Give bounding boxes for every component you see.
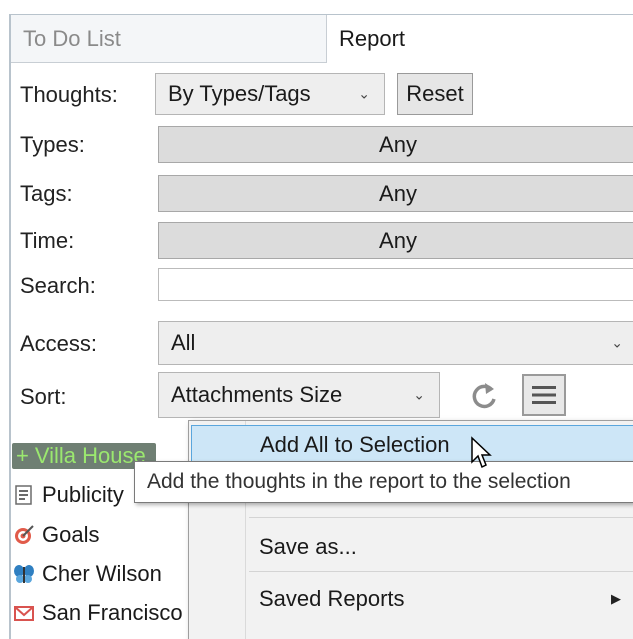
list-item[interactable]: Cher Wilson [12, 557, 162, 591]
menu-item-label: Save as... [259, 534, 357, 559]
sort-value: Attachments Size [171, 382, 343, 407]
list-item-label: Villa House [34, 443, 146, 468]
tags-value: Any [379, 180, 417, 206]
menu-item-add-all-to-selection[interactable]: Add All to Selection [191, 425, 633, 465]
access-dropdown[interactable]: All ⌄ [158, 321, 633, 365]
menu-separator [249, 517, 633, 518]
list-item-label: San Francisco [42, 600, 183, 625]
chevron-down-icon: ⌄ [358, 85, 370, 102]
plus-icon: + [16, 443, 29, 468]
chevron-down-icon: ⌄ [611, 334, 623, 351]
mouse-cursor-icon [471, 436, 492, 469]
butterfly-icon [12, 562, 36, 586]
types-label: Types: [20, 132, 85, 157]
report-panel: To Do List Report Thoughts: By Types/Tag… [0, 0, 633, 639]
menu-icon [532, 386, 556, 404]
reset-button[interactable]: Reset [397, 73, 473, 115]
refresh-button[interactable] [464, 374, 504, 416]
tab-label: To Do List [23, 25, 121, 51]
tooltip-text: Add the thoughts in the report to the se… [147, 470, 571, 493]
menu-item-label: Saved Reports [259, 586, 405, 611]
reset-label: Reset [406, 81, 464, 106]
panel-border [9, 14, 11, 639]
chevron-down-icon: ⌄ [413, 386, 425, 403]
list-item-label: Goals [42, 522, 100, 547]
time-value: Any [379, 227, 417, 253]
types-selector[interactable]: Any [158, 126, 633, 163]
tags-label: Tags: [20, 181, 73, 206]
menu-item-saved-reports[interactable]: Saved Reports ▶ [191, 579, 633, 619]
sort-label: Sort: [20, 384, 67, 409]
list-item[interactable]: San Francisco [12, 596, 183, 630]
thoughts-label: Thoughts: [20, 82, 118, 107]
thoughts-dropdown[interactable]: By Types/Tags ⌄ [155, 73, 385, 115]
time-selector[interactable]: Any [158, 222, 633, 259]
search-label: Search: [20, 273, 96, 298]
access-label: Access: [20, 331, 98, 356]
context-menu: Add All to Selection Save as... Saved Re… [188, 420, 633, 639]
tooltip: Add the thoughts in the report to the se… [134, 461, 633, 503]
target-icon [12, 523, 36, 547]
menu-separator [249, 571, 633, 572]
search-input[interactable] [158, 268, 633, 301]
tab-report[interactable]: Report [327, 15, 633, 63]
types-value: Any [379, 131, 417, 157]
submenu-arrow-icon: ▶ [611, 591, 621, 606]
tags-selector[interactable]: Any [158, 175, 633, 212]
access-value: All [171, 330, 196, 355]
list-item-label: Cher Wilson [42, 561, 162, 586]
list-item[interactable]: Goals [12, 518, 99, 552]
mail-icon [12, 601, 36, 625]
tab-bar: To Do List Report [9, 14, 633, 65]
tab-label: Report [339, 26, 406, 51]
menu-item-save-as[interactable]: Save as... [191, 527, 633, 567]
menu-button[interactable] [522, 374, 566, 416]
sort-dropdown[interactable]: Attachments Size ⌄ [158, 372, 440, 418]
list-item-label: Publicity [42, 482, 124, 507]
list-item[interactable]: Publicity [12, 478, 124, 512]
tab-to-do-list[interactable]: To Do List [11, 15, 327, 63]
thoughts-value: By Types/Tags [168, 81, 311, 106]
time-label: Time: [20, 228, 75, 253]
document-icon [12, 483, 36, 507]
menu-item-label: Add All to Selection [260, 432, 450, 457]
refresh-icon [472, 383, 496, 409]
